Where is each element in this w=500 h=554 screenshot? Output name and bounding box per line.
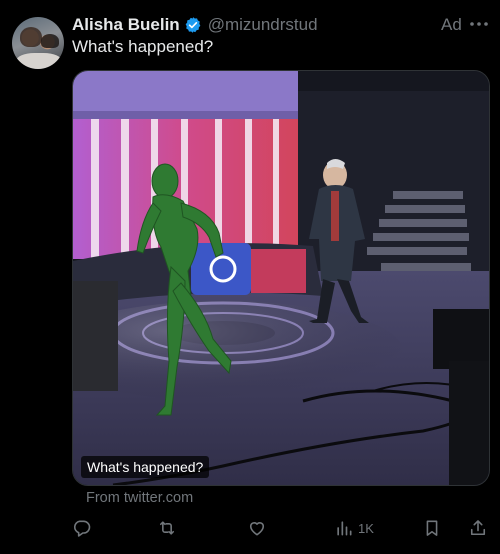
bookmark-button[interactable] [422,514,442,542]
more-options-icon[interactable] [468,14,490,34]
heart-icon [249,522,265,536]
avatar-person-1 [20,27,42,47]
user-handle[interactable]: @mizundrstud [208,15,318,35]
media-video[interactable]: What's happened? [72,70,490,486]
avatar[interactable] [12,17,64,69]
views-button[interactable]: 1K [334,514,374,542]
share-button[interactable] [468,514,488,542]
verified-badge-icon [185,17,201,33]
views-count: 1K [358,520,374,536]
display-name[interactable]: Alisha Buelin [72,15,180,35]
reply-icon [73,520,91,537]
avatar-person-2 [41,34,59,48]
tweet-text: What's happened? [72,37,214,56]
retweet-icon [159,521,175,535]
video-frame [73,71,489,485]
bookmark-icon [426,520,438,536]
share-icon [470,520,486,536]
retweet-button[interactable] [157,514,177,542]
avatar-shirt [16,53,62,69]
reply-button[interactable] [72,514,92,542]
like-button[interactable] [247,514,267,542]
action-bar: 1K [72,514,490,542]
ad-label: Ad [441,15,462,34]
video-caption: What's happened? [81,456,210,478]
media-source[interactable]: From twitter.com [86,490,193,506]
tweet-header: Alisha Buelin @mizundrstud [72,14,318,36]
views-icon [337,521,352,536]
